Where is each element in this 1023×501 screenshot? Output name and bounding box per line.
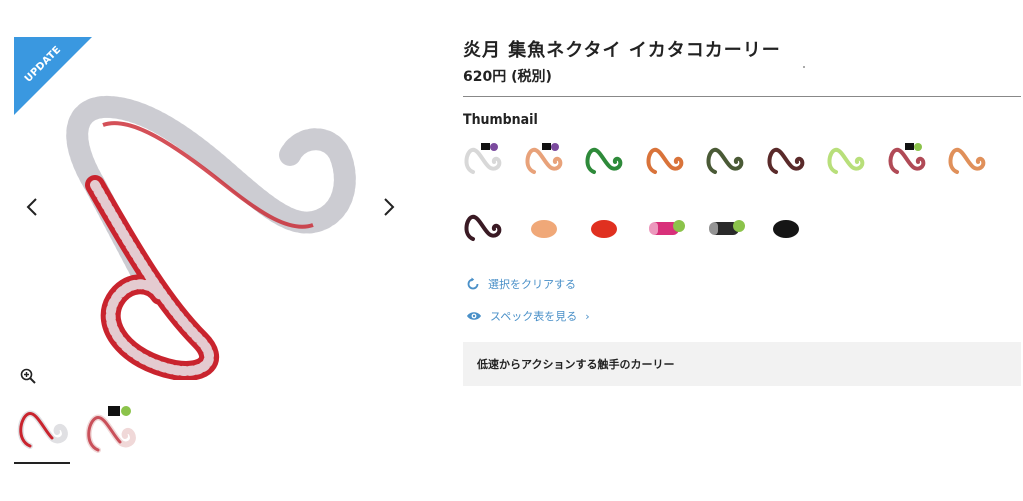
product-gallery: UPDATE: [0, 0, 420, 501]
swatch-image: [709, 220, 745, 235]
product-title: 炎月 集魚ネクタイ イカタコカーリー: [463, 40, 781, 61]
color-swatch[interactable]: [826, 140, 866, 180]
swatch-image: [767, 147, 804, 174]
gallery-thumbnail-1[interactable]: [14, 400, 70, 464]
color-swatch[interactable]: [645, 207, 685, 247]
swatch-image: [888, 143, 925, 174]
swatch-image: [585, 147, 623, 174]
color-swatch[interactable]: [887, 140, 927, 180]
clear-selection-label: 選択をクリアする: [488, 278, 576, 291]
product-price: 620円 (税別): [463, 69, 552, 85]
swatch-image: [464, 214, 502, 241]
chevron-right-icon: ›: [585, 309, 590, 323]
decorative-dot: [803, 66, 805, 68]
swatch-image: [591, 220, 617, 238]
color-swatch[interactable]: [463, 140, 503, 180]
color-swatch[interactable]: [584, 207, 624, 247]
view-spec-link[interactable]: スペック表を見る ›: [466, 308, 590, 324]
prev-image-button[interactable]: [22, 196, 42, 218]
gallery-thumbnail-2[interactable]: [84, 400, 140, 464]
swatch-image: [772, 220, 799, 238]
divider: [463, 96, 1021, 97]
main-product-image: [55, 95, 365, 381]
eye-icon: [467, 312, 481, 320]
color-swatch[interactable]: [463, 207, 503, 247]
chevron-left-icon: [26, 198, 37, 216]
thumbnail-strip: [14, 400, 140, 464]
swatch-image: [530, 220, 557, 238]
refresh-icon: [467, 277, 479, 290]
description-box: 低速からアクションする触手のカーリー: [463, 342, 1021, 386]
swatch-image: [648, 220, 685, 235]
clear-selection-link[interactable]: 選択をクリアする: [466, 276, 576, 292]
swatch-image: [706, 147, 744, 174]
product-description: 低速からアクションする触手のカーリー: [477, 358, 675, 371]
next-image-button[interactable]: [379, 196, 399, 218]
swatch-image: [948, 147, 986, 174]
color-swatch[interactable]: [584, 140, 624, 180]
color-swatch[interactable]: [645, 140, 685, 180]
color-swatch[interactable]: [766, 140, 806, 180]
color-swatch[interactable]: [524, 140, 564, 180]
swatch-image: [464, 143, 502, 174]
color-swatch[interactable]: [766, 207, 806, 247]
chevron-right-icon: [384, 198, 395, 216]
swatch-image: [646, 147, 683, 174]
color-swatch[interactable]: [947, 140, 987, 180]
swatch-image: [827, 147, 865, 174]
zoom-in-button[interactable]: [20, 368, 38, 386]
zoom-in-icon: [20, 368, 36, 384]
swatch-image: [525, 143, 562, 174]
view-spec-label: スペック表を見る: [490, 310, 578, 323]
update-ribbon-label: UPDATE: [22, 44, 64, 85]
thumbnail-section-label: Thumbnail: [463, 112, 538, 128]
color-swatch[interactable]: [705, 207, 745, 247]
color-swatch[interactable]: [705, 140, 745, 180]
color-swatch[interactable]: [524, 207, 564, 247]
